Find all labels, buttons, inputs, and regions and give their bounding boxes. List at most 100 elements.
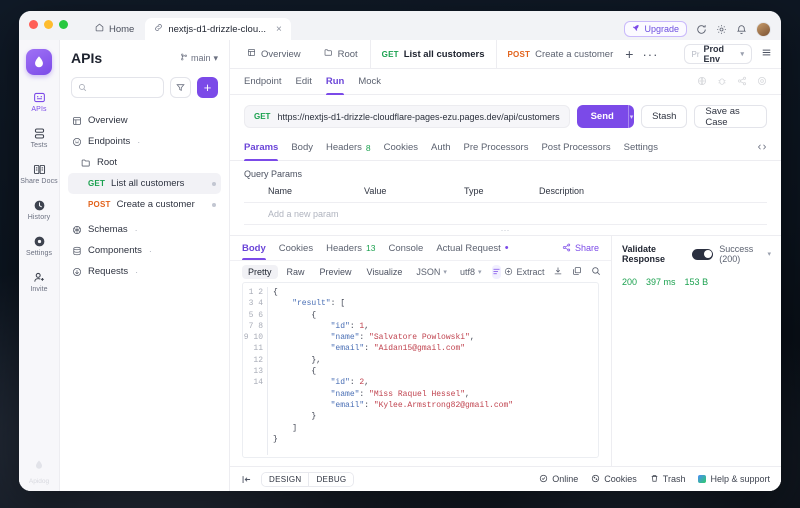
response-code-viewer[interactable]: 1 2 3 4 5 6 7 8 9 10 11 12 13 14 { "resu… (242, 282, 599, 458)
tree-item-requests[interactable]: Requests · (68, 261, 221, 282)
window-tab-home[interactable]: Home (86, 18, 143, 40)
tab-list-all-customers[interactable]: GET List all customers (370, 40, 497, 68)
code-scrollbar[interactable] (594, 283, 598, 457)
environment-selector[interactable]: Pr Prod Env ▾ (684, 44, 752, 64)
url-text[interactable]: https://nextjs-d1-drizzle-cloudflare-pag… (277, 112, 559, 122)
send-button[interactable]: Send (577, 105, 628, 128)
stash-button[interactable]: Stash (641, 105, 687, 128)
avatar[interactable] (756, 22, 771, 37)
download-icon[interactable] (553, 266, 563, 278)
share-node-icon[interactable] (737, 73, 747, 91)
tab-overflow-button[interactable]: ··· (642, 48, 658, 61)
validate-response-toggle[interactable] (692, 249, 713, 260)
response-tab-cookies[interactable]: Cookies (279, 236, 313, 260)
request-code-button[interactable] (757, 139, 767, 157)
mode-tab-run[interactable]: Run (326, 69, 344, 95)
request-tab-auth[interactable]: Auth (431, 135, 451, 161)
column-header-name: Name (244, 186, 364, 196)
online-status[interactable]: Online (539, 474, 578, 485)
response-tab-actual-request[interactable]: Actual Request • (436, 236, 508, 260)
request-tab-headers[interactable]: Headers 8 (326, 135, 371, 161)
new-tab-button[interactable]: + (625, 47, 633, 61)
request-tab-post-processors[interactable]: Post Processors (541, 135, 610, 161)
bell-icon[interactable] (736, 24, 747, 35)
rocket-icon (632, 24, 640, 34)
sidebar-item-apis[interactable]: APIs (19, 91, 59, 113)
refresh-icon[interactable] (696, 24, 707, 35)
gear-icon[interactable] (716, 24, 727, 35)
search-field[interactable] (71, 77, 164, 98)
globe-icon[interactable] (697, 73, 707, 91)
mode-tab-mock[interactable]: Mock (358, 69, 381, 95)
design-mode-button[interactable]: DESIGN (262, 473, 308, 486)
tree-item-create-a-customer[interactable]: POST Create a customer (68, 194, 221, 215)
save-as-case-button[interactable]: Save as Case (694, 105, 767, 128)
maximize-window-button[interactable] (59, 20, 68, 29)
branch-selector[interactable]: main ▾ (180, 53, 218, 64)
upgrade-button[interactable]: Upgrade (624, 21, 687, 37)
debug-mode-button[interactable]: DEBUG (308, 473, 353, 486)
search-icon[interactable] (591, 266, 601, 278)
request-tab-params[interactable]: Params (244, 135, 278, 161)
sidebar-item-settings[interactable]: Settings (19, 235, 59, 257)
query-params-new-row[interactable]: Add a new param (244, 203, 767, 225)
share-button[interactable]: Share (562, 243, 599, 254)
send-options-button[interactable]: ▾ (628, 105, 634, 128)
response-json-body[interactable]: { "result": [ { "id": 1, "name": "Salvat… (267, 283, 594, 457)
encoding-selector[interactable]: utf8 ▾ (455, 265, 487, 279)
request-tab-body[interactable]: Body (291, 135, 313, 161)
tab-create-a-customer[interactable]: POST Create a customer (497, 40, 626, 68)
add-api-button[interactable]: + (197, 77, 218, 98)
target-icon[interactable] (757, 73, 767, 91)
mode-tab-endpoint[interactable]: Endpoint (244, 69, 282, 95)
extract-button[interactable]: Extract (504, 267, 544, 278)
wrap-lines-button[interactable] (492, 265, 501, 279)
request-tab-settings[interactable]: Settings (624, 135, 658, 161)
schemas-icon (72, 225, 82, 235)
tab-root[interactable]: Root (313, 40, 370, 68)
window-tab-project[interactable]: nextjs-d1-drizzle-clou... × (145, 18, 291, 40)
watermark-label: Apidog (29, 478, 49, 485)
close-tab-button[interactable]: × (276, 24, 282, 35)
tree-item-root[interactable]: Root (68, 152, 221, 173)
help-support-button[interactable]: Help & support (698, 474, 770, 484)
minimize-window-button[interactable] (44, 20, 53, 29)
request-tab-cookies[interactable]: Cookies (384, 135, 418, 161)
tree-item-endpoints[interactable]: Endpoints · (68, 131, 221, 152)
response-tab-headers[interactable]: Headers 13 (326, 236, 375, 260)
query-params-new-row-placeholder[interactable]: Add a new param (244, 209, 364, 219)
search-input[interactable] (92, 83, 157, 93)
cookies-button[interactable]: Cookies (591, 474, 637, 485)
view-mode-raw[interactable]: Raw (281, 265, 311, 279)
response-tab-body[interactable]: Body (242, 236, 266, 260)
upgrade-label: Upgrade (644, 24, 679, 34)
copy-icon[interactable] (572, 266, 582, 278)
tree-item-list-all-customers[interactable]: GET List all customers (68, 173, 221, 194)
response-tab-console[interactable]: Console (388, 236, 423, 260)
tree-item-schemas[interactable]: Schemas · (68, 219, 221, 240)
close-window-button[interactable] (29, 20, 38, 29)
format-selector[interactable]: JSON ▾ (411, 265, 452, 279)
sidebar-item-tests[interactable]: Tests (19, 127, 59, 149)
view-mode-visualize[interactable]: Visualize (361, 265, 409, 279)
filter-button[interactable] (170, 77, 191, 98)
collapse-panel-icon[interactable] (241, 474, 252, 485)
sidebar-item-share-docs[interactable]: Share Docs (19, 163, 59, 185)
request-tab-pre-processors[interactable]: Pre Processors (464, 135, 529, 161)
response-status-selector[interactable]: Success (200) ▾ (719, 244, 771, 264)
trash-button[interactable]: Trash (650, 474, 686, 485)
validate-response-row: Validate Response Success (200) ▾ (622, 244, 771, 264)
sidebar-item-invite[interactable]: Invite (19, 271, 59, 293)
mode-tab-edit[interactable]: Edit (296, 69, 312, 95)
menu-icon[interactable] (761, 45, 772, 63)
tab-overview[interactable]: Overview (236, 40, 313, 68)
panel-resize-handle[interactable]: ⋯ (230, 225, 781, 235)
view-mode-pretty[interactable]: Pretty (242, 265, 278, 279)
tree-item-components[interactable]: Components · (68, 240, 221, 261)
window-controls (29, 11, 68, 40)
bug-icon[interactable] (717, 73, 727, 91)
tree-item-overview[interactable]: Overview (68, 110, 221, 131)
view-mode-preview[interactable]: Preview (314, 265, 358, 279)
sidebar-item-history[interactable]: History (19, 199, 59, 221)
url-field[interactable]: GET https://nextjs-d1-drizzle-cloudflare… (244, 105, 570, 128)
